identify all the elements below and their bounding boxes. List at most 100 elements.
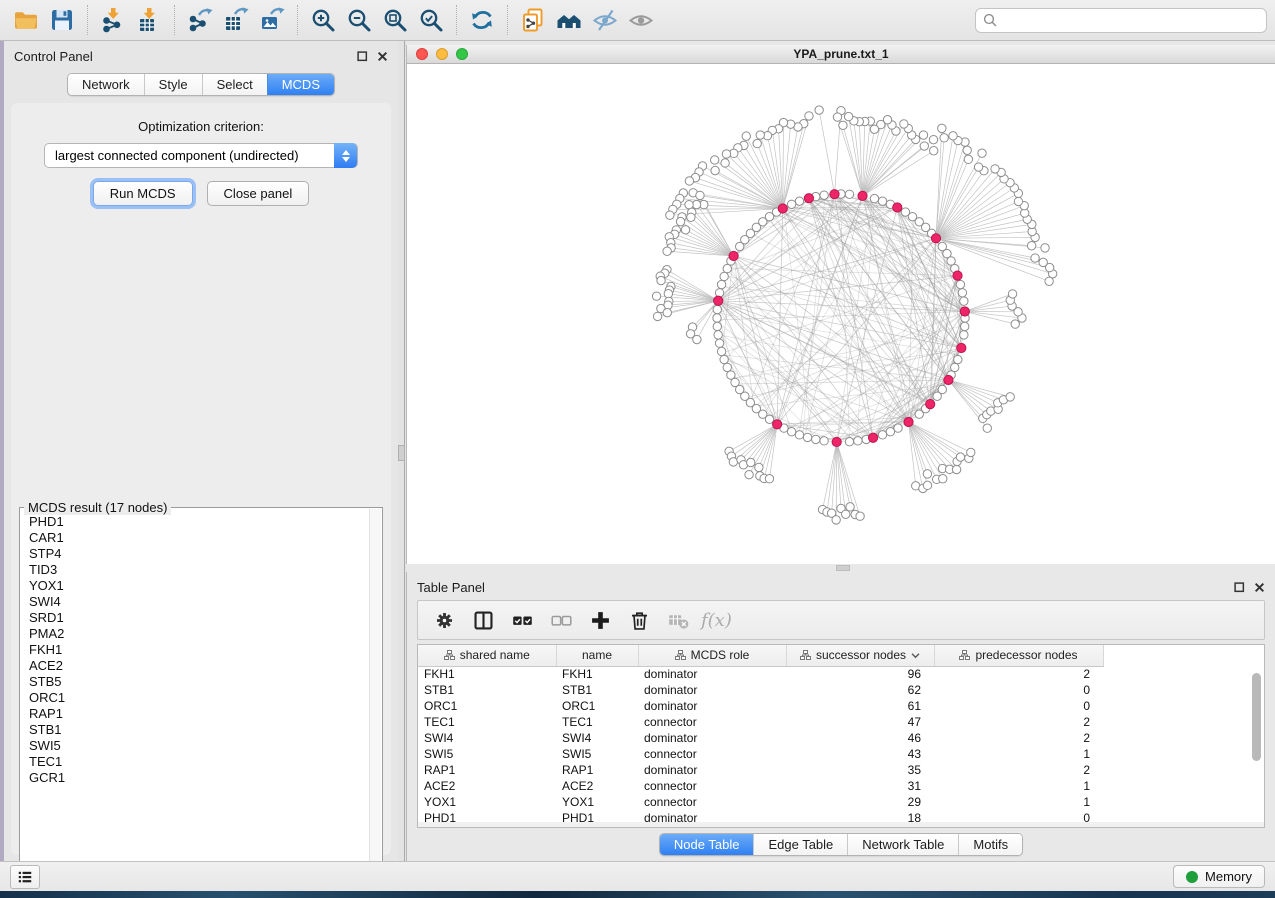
network-graph[interactable]	[407, 64, 1274, 558]
table-row[interactable]: ACE2ACE2connector311	[418, 778, 1103, 794]
mcds-result-item[interactable]: SWI5	[22, 738, 368, 754]
table-tabs: Node TableEdge TableNetwork TableMotifs	[659, 833, 1023, 856]
mcds-result-item[interactable]: FKH1	[22, 642, 368, 658]
mcds-result-title: MCDS result (17 nodes)	[24, 500, 171, 515]
mcds-result-item[interactable]: STB1	[22, 722, 368, 738]
mcds-result-item[interactable]: SWI4	[22, 594, 368, 610]
tab-motifs[interactable]: Motifs	[958, 834, 1022, 855]
import-table-icon[interactable]	[131, 4, 167, 36]
run-mcds-button[interactable]: Run MCDS	[93, 181, 193, 206]
criterion-dropdown[interactable]: largest connected component (undirected)	[44, 143, 358, 168]
node-table-grid[interactable]: shared namenameMCDS rolesuccessor nodesp…	[418, 645, 1104, 826]
float-panel-icon[interactable]	[1234, 582, 1245, 593]
mcds-result-list[interactable]: PHD1CAR1STP4TID3YOX1SWI4SRD1PMA2FKH1ACE2…	[22, 514, 368, 874]
refresh-view-icon[interactable]	[464, 4, 500, 36]
toolbar-divider	[297, 5, 298, 35]
close-panel-icon[interactable]	[1254, 582, 1265, 593]
add-icon[interactable]	[584, 605, 616, 635]
toolbar-divider	[174, 5, 175, 35]
settings-icon[interactable]	[428, 605, 460, 635]
open-file-icon[interactable]	[8, 4, 44, 36]
horizontal-splitter[interactable]	[406, 564, 1275, 572]
tab-style[interactable]: Style	[144, 74, 202, 95]
unselect-all-icon[interactable]	[545, 605, 577, 635]
splitter-grip[interactable]	[398, 445, 405, 461]
tab-node-table[interactable]: Node Table	[660, 834, 754, 855]
right-area: YPA_prune.txt_1 Table Panel	[406, 41, 1275, 861]
search-input[interactable]	[1002, 13, 1259, 27]
table-row[interactable]: SWI4SWI4dominator462	[418, 730, 1103, 746]
tab-network[interactable]: Network	[68, 74, 144, 95]
table-row[interactable]: TEC1TEC1connector472	[418, 714, 1103, 730]
zoom-fit-icon[interactable]	[377, 4, 413, 36]
main-toolbar	[0, 0, 1275, 41]
desktop-wallpaper-strip	[0, 891, 1275, 898]
tab-mcds[interactable]: MCDS	[267, 74, 334, 95]
mcds-result-item[interactable]: RAP1	[22, 706, 368, 722]
column-header-successor-nodes[interactable]: successor nodes	[786, 645, 934, 666]
first-neighbors-icon[interactable]	[551, 4, 587, 36]
export-network-icon[interactable]	[182, 4, 218, 36]
export-table-icon[interactable]	[218, 4, 254, 36]
toolbar-divider	[456, 5, 457, 35]
column-tree-icon	[675, 650, 686, 660]
table-row[interactable]: RAP1RAP1dominator352	[418, 762, 1103, 778]
delete-icon[interactable]	[623, 605, 655, 635]
memory-status-icon	[1186, 871, 1198, 883]
show-column-icon[interactable]	[467, 605, 499, 635]
column-tree-icon	[959, 650, 970, 660]
vertical-splitter[interactable]	[398, 41, 406, 861]
table-row[interactable]: STB1STB1dominator620	[418, 682, 1103, 698]
mcds-list-scrollbar[interactable]	[369, 509, 381, 875]
table-row[interactable]: ORC1ORC1dominator610	[418, 698, 1103, 714]
mcds-result-item[interactable]: TID3	[22, 562, 368, 578]
tab-select[interactable]: Select	[202, 74, 267, 95]
mcds-result-item[interactable]: TEC1	[22, 754, 368, 770]
select-all-icon[interactable]	[506, 605, 538, 635]
memory-button[interactable]: Memory	[1173, 865, 1265, 888]
mcds-result-item[interactable]: STP4	[22, 546, 368, 562]
column-tree-icon	[800, 650, 811, 660]
network-title: YPA_prune.txt_1	[407, 47, 1275, 61]
duplicate-network-icon[interactable]	[515, 4, 551, 36]
mcds-result-item[interactable]: ORC1	[22, 690, 368, 706]
mcds-result-item[interactable]: CAR1	[22, 530, 368, 546]
function-builder-icon[interactable]: f(x)	[701, 610, 732, 631]
table-panel-title: Table Panel	[417, 580, 485, 595]
column-header-shared-name[interactable]: shared name	[418, 645, 556, 666]
close-panel-icon[interactable]	[377, 51, 388, 62]
network-canvas[interactable]	[407, 64, 1275, 564]
zoom-out-icon[interactable]	[341, 4, 377, 36]
table-row[interactable]: SWI5SWI5connector431	[418, 746, 1103, 762]
mcds-result-item[interactable]: GCR1	[22, 770, 368, 786]
show-all-icon[interactable]	[623, 4, 659, 36]
export-image-icon[interactable]	[254, 4, 290, 36]
close-panel-button[interactable]: Close panel	[207, 181, 310, 206]
float-panel-icon[interactable]	[357, 51, 368, 62]
table-scrollbar-thumb[interactable]	[1252, 673, 1261, 761]
tab-edge-table[interactable]: Edge Table	[753, 834, 847, 855]
table-row[interactable]: YOX1YOX1connector291	[418, 794, 1103, 810]
mcds-result-item[interactable]: PMA2	[22, 626, 368, 642]
import-network-icon[interactable]	[95, 4, 131, 36]
column-header-predecessor-nodes[interactable]: predecessor nodes	[934, 645, 1103, 666]
mcds-result-item[interactable]: YOX1	[22, 578, 368, 594]
table-header-row: shared namenameMCDS rolesuccessor nodesp…	[418, 645, 1103, 666]
mcds-result-item[interactable]: STB5	[22, 674, 368, 690]
column-header-MCDS-role[interactable]: MCDS role	[638, 645, 786, 666]
splitter-grip[interactable]	[836, 565, 850, 571]
mcds-result-item[interactable]: SRD1	[22, 610, 368, 626]
delete-table-icon[interactable]	[662, 605, 694, 635]
save-session-icon[interactable]	[44, 4, 80, 36]
task-history-icon[interactable]	[10, 865, 40, 889]
mcds-result-item[interactable]: PHD1	[22, 514, 368, 530]
mcds-result-item[interactable]: ACE2	[22, 658, 368, 674]
status-bar: Memory	[0, 861, 1275, 891]
tab-network-table[interactable]: Network Table	[847, 834, 958, 855]
control-panel: Control Panel NetworkStyleSelectMCDS Opt…	[4, 41, 398, 861]
column-header-name[interactable]: name	[556, 645, 638, 666]
table-row[interactable]: FKH1FKH1dominator962	[418, 666, 1103, 682]
hide-selected-icon[interactable]	[587, 4, 623, 36]
zoom-selected-icon[interactable]	[413, 4, 449, 36]
zoom-in-icon[interactable]	[305, 4, 341, 36]
